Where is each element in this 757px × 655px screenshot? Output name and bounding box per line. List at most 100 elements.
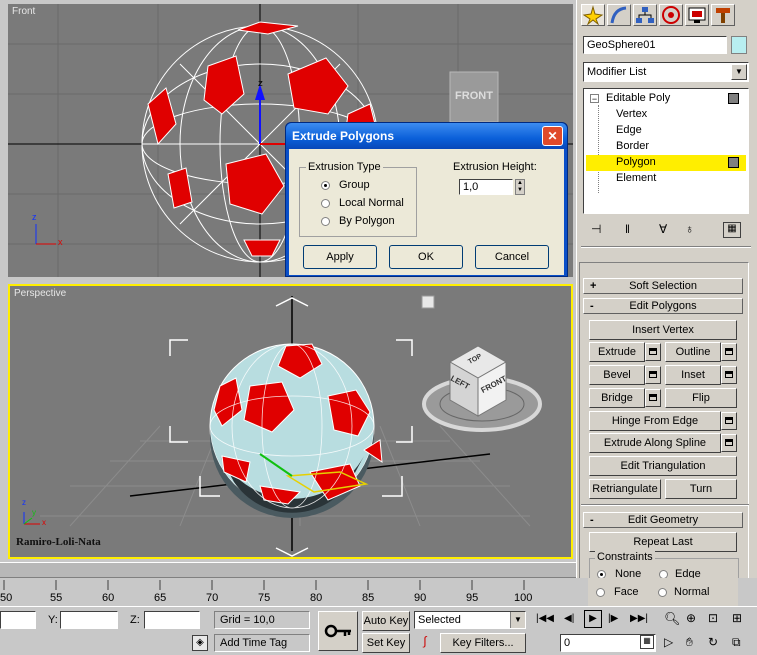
set-key-button[interactable]: Set Key (362, 633, 410, 653)
tangent-icon[interactable]: ∫ (414, 634, 436, 652)
previous-frame-icon[interactable]: ◀| (564, 613, 574, 624)
option-local-normal-radio[interactable] (321, 199, 330, 208)
create-tab-icon[interactable] (581, 4, 605, 26)
tick-label: 50 (0, 592, 13, 604)
display-tab-icon[interactable] (685, 4, 709, 26)
stack-item-border[interactable]: Border (586, 139, 746, 155)
hierarchy-tab-icon[interactable] (633, 4, 657, 26)
time-slider[interactable] (0, 562, 576, 578)
y-coordinate-field[interactable] (60, 611, 118, 629)
extrude-spline-settings-button[interactable] (721, 434, 737, 452)
add-time-tag-button[interactable]: Add Time Tag (214, 634, 310, 652)
modifier-stack: − Editable Poly Vertex Edge Border Polyg… (583, 88, 749, 214)
extrusion-height-input[interactable]: 1,0 (459, 179, 513, 195)
zoom-icon[interactable]: 🔍︎ (664, 611, 681, 627)
hinge-settings-button[interactable] (721, 412, 737, 430)
collapse-icon[interactable]: − (590, 94, 599, 104)
key-filters-button[interactable]: Key Filters... (440, 633, 526, 653)
cancel-button[interactable]: Cancel (475, 245, 549, 269)
stack-item-vertex[interactable]: Vertex (586, 107, 746, 123)
flip-button[interactable]: Flip (665, 388, 737, 408)
bevel-button[interactable]: Bevel (589, 365, 645, 385)
option-group-radio[interactable] (321, 181, 330, 190)
apply-button[interactable]: Apply (303, 245, 377, 269)
option-group-label[interactable]: Group (339, 179, 370, 191)
hinge-from-edge-button[interactable]: Hinge From Edge (589, 411, 721, 431)
x-coordinate-field[interactable] (0, 611, 36, 629)
option-local-normal-label[interactable]: Local Normal (339, 197, 404, 209)
stack-item-editable-poly[interactable]: − Editable Poly (586, 91, 746, 107)
motion-tab-icon[interactable] (659, 4, 683, 26)
outline-button[interactable]: Outline (665, 342, 721, 362)
constraint-face-label[interactable]: Face (614, 586, 638, 598)
time-configuration-icon[interactable]: ▦ (640, 635, 654, 649)
constraint-normal-label[interactable]: Normal (674, 586, 709, 598)
set-key-mode-button[interactable] (318, 611, 358, 651)
edit-triangulation-button[interactable]: Edit Triangulation (589, 456, 737, 476)
extrude-settings-button[interactable] (645, 343, 661, 361)
extrude-polygons-dialog: Extrude Polygons ✕ Extrusion Type Group … (285, 122, 568, 277)
orbit-icon[interactable]: ↻ (708, 635, 718, 649)
auto-key-button[interactable]: Auto Key (362, 611, 410, 631)
pin-stack-icon[interactable]: ⊣ (591, 222, 609, 238)
soft-selection-rollout[interactable]: + Soft Selection (583, 278, 743, 294)
object-color-swatch[interactable] (731, 36, 747, 54)
selection-set-dropdown[interactable]: Selected ▼ (414, 611, 526, 629)
stack-item-edge[interactable]: Edge (586, 123, 746, 139)
constraint-normal-radio[interactable] (658, 588, 667, 597)
inset-settings-button[interactable] (721, 366, 737, 384)
outline-settings-button[interactable] (721, 343, 737, 361)
key-icon (324, 624, 351, 638)
turn-button[interactable]: Turn (665, 479, 737, 499)
configure-modifier-sets-icon[interactable]: ▦ (723, 222, 741, 238)
object-name-field[interactable]: GeoSphere01 (583, 36, 727, 54)
edit-polygons-rollout[interactable]: - Edit Polygons (583, 298, 743, 314)
next-frame-icon[interactable]: |▶ (608, 613, 618, 624)
time-tag-icon[interactable]: ◈ (192, 635, 208, 651)
chevron-down-icon[interactable]: ▼ (510, 612, 525, 628)
constraint-face-radio[interactable] (596, 588, 605, 597)
modifier-toggle-icon[interactable] (728, 157, 739, 168)
stack-item-polygon[interactable]: Polygon (586, 155, 746, 171)
ok-button[interactable]: OK (389, 245, 463, 269)
chevron-down-icon[interactable]: ▼ (731, 64, 747, 80)
extrude-button[interactable]: Extrude (589, 342, 645, 362)
stack-item-element[interactable]: Element (586, 171, 746, 187)
remove-modifier-icon[interactable]: ♁ (685, 222, 703, 238)
option-by-polygon-label[interactable]: By Polygon (339, 215, 395, 227)
modifier-toggle-icon[interactable] (728, 93, 739, 104)
go-to-start-icon[interactable]: |◀◀ (536, 613, 554, 624)
retriangulate-button[interactable]: Retriangulate (589, 479, 661, 499)
close-icon: ✕ (547, 129, 558, 143)
perspective-viewport[interactable]: Perspective TOP LEFT FRONT z y x Ramiro-… (8, 284, 573, 559)
modify-tab-icon[interactable] (607, 4, 631, 26)
make-unique-icon[interactable]: ∀ (659, 222, 677, 238)
show-end-result-icon[interactable]: ǁ (625, 222, 643, 238)
play-icon[interactable]: ▶ (584, 610, 602, 628)
option-by-polygon-radio[interactable] (321, 217, 330, 226)
inset-button[interactable]: Inset (665, 365, 721, 385)
field-of-view-icon[interactable]: ▷ (664, 635, 673, 649)
zoom-extents-icon[interactable]: ⊡ (708, 611, 718, 625)
z-coordinate-field[interactable] (144, 611, 200, 629)
divider (581, 246, 751, 248)
repeat-last-button[interactable]: Repeat Last (589, 532, 737, 552)
edit-geometry-rollout[interactable]: - Edit Geometry (583, 512, 743, 528)
extrusion-height-spinner[interactable]: ▲ ▼ (515, 179, 525, 195)
bridge-settings-button[interactable] (645, 389, 661, 407)
extrude-along-spline-button[interactable]: Extrude Along Spline (589, 433, 721, 453)
bevel-settings-button[interactable] (645, 366, 661, 384)
insert-vertex-button[interactable]: Insert Vertex (589, 320, 737, 340)
perspective-axis-y-label: y (32, 508, 36, 517)
zoom-all-icon[interactable]: ⊕ (686, 611, 696, 625)
maximize-viewport-icon[interactable]: ⧉ (732, 635, 741, 650)
pan-icon[interactable]: ✋︎ (686, 635, 693, 650)
zoom-extents-all-icon[interactable]: ⊞ (732, 611, 742, 625)
dialog-title-bar[interactable]: Extrude Polygons ✕ (286, 123, 567, 149)
bridge-button[interactable]: Bridge (589, 388, 645, 408)
go-to-end-icon[interactable]: ▶▶| (630, 613, 648, 624)
utilities-tab-icon[interactable] (711, 4, 735, 26)
front-viewcube-label[interactable]: FRONT (454, 90, 494, 102)
dialog-close-button[interactable]: ✕ (542, 126, 563, 146)
modifier-list-dropdown[interactable]: Modifier List ▼ (583, 62, 749, 82)
